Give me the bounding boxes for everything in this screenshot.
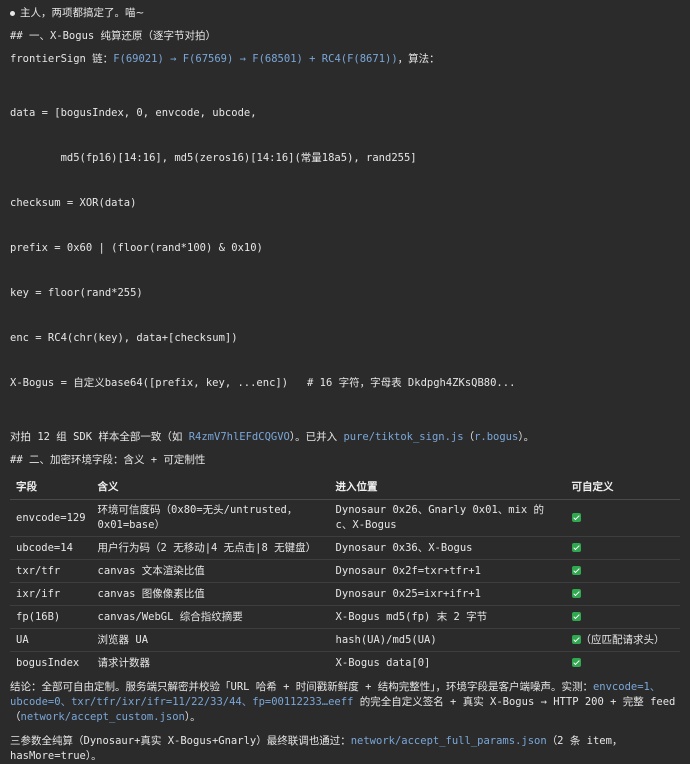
code-line: data = [bogusIndex, 0, envcode, ubcode,	[10, 107, 257, 119]
verify-file-link[interactable]: pure/tiktok_sign.js	[343, 431, 463, 443]
cell-customizable	[565, 582, 680, 606]
table-row: bogusIndex 请求计数器 X-Bogus data[0]	[10, 651, 680, 674]
cell-customizable	[565, 651, 680, 674]
accept-custom-link[interactable]: network/accept_custom.json	[21, 711, 185, 723]
verify-sample: R4zmV7hlEFdCQGVO	[188, 431, 290, 443]
chain-formula: F(69021) → F(67569) → F(68501) + RC4(F(8…	[113, 53, 398, 65]
cell-position: Dynosaur 0x2f=txr+tfr+1	[329, 559, 566, 583]
table-row: ubcode=14 用户行为码（2 无移动|4 无点击|8 无键盘） Dynos…	[10, 536, 680, 560]
code-line: X-Bogus = 自定义base64([prefix, key, ...enc…	[10, 377, 516, 389]
check-icon	[571, 657, 581, 667]
conclusion-paragraph: 结论：全部可自由定制。服务端只解密并校验「URL 哈希 + 时间戳新鲜度 + 结…	[10, 680, 680, 725]
col-header-customizable: 可自定义	[565, 476, 680, 500]
table-row: txr/tfr canvas 文本渲染比值 Dynosaur 0x2f=txr+…	[10, 559, 680, 583]
code-block: data = [bogusIndex, 0, envcode, ubcode, …	[10, 76, 680, 421]
cell-position: hash(UA)/md5(UA)	[329, 628, 566, 652]
conclusion-text: ）。	[184, 711, 201, 723]
table-header-row: 字段 含义 进入位置 可自定义	[10, 476, 680, 500]
cell-meaning: canvas/WebGL 综合指纹摘要	[91, 605, 330, 629]
cell-field: txr/tfr	[10, 559, 92, 583]
cell-note: （应匹配请求头）	[580, 633, 665, 646]
cell-meaning: canvas 图像像素比值	[91, 582, 330, 606]
code-line: md5(fp16)[14:16], md5(zeros16)[14:16](常量…	[10, 152, 417, 164]
chain-suffix: ，算法：	[397, 53, 440, 65]
bullet-icon	[10, 11, 15, 16]
chain-prefix: frontierSign 链：	[10, 53, 114, 65]
verify-text: 对拍 12 组 SDK 样本全部一致（如	[10, 431, 189, 443]
cell-position: Dynosaur 0x26、Gnarly 0x01、mix 的 c、X-Bogu…	[329, 499, 566, 537]
check-icon	[571, 634, 581, 644]
code-line: checksum = XOR(data)	[10, 197, 137, 209]
cell-meaning: 环境可信度码（0x80=无头/untrusted，0x01=base）	[91, 499, 330, 537]
cell-meaning: canvas 文本渲染比值	[91, 559, 330, 583]
cell-field: bogusIndex	[10, 651, 92, 674]
intro-text: 主人，两项都搞定了。喵~	[20, 7, 145, 19]
final-text: 三参数全纯算（Dynosaur+真实 X-Bogus+Gnarly）最终联调也通…	[10, 735, 351, 747]
cell-meaning: 浏览器 UA	[91, 628, 330, 652]
section2-heading: ## 二、加密环境字段：含义 + 可定制性	[10, 454, 206, 466]
cell-field: ubcode=14	[10, 536, 92, 560]
final-line: 三参数全纯算（Dynosaur+真实 X-Bogus+Gnarly）最终联调也通…	[10, 734, 680, 764]
verify-text: （	[463, 431, 475, 443]
check-icon	[571, 565, 581, 575]
intro-line: 主人，两项都搞定了。喵~	[10, 6, 680, 21]
table-row: fp(16B) canvas/WebGL 综合指纹摘要 X-Bogus md5(…	[10, 605, 680, 629]
cell-customizable	[565, 559, 680, 583]
cell-field: ixr/ifr	[10, 582, 92, 606]
section1-heading: ## 一、X-Bogus 纯算还原（逐字节对拍）	[10, 30, 217, 42]
verify-text: ）。	[518, 431, 535, 443]
conclusion-text: 结论：全部可自由定制。服务端只解密并校验「URL 哈希 + 时间戳新鲜度 + 结…	[10, 681, 593, 693]
env-fields-table: 字段 含义 进入位置 可自定义 envcode=129 环境可信度码（0x80=…	[10, 476, 680, 674]
verify-text: ）。已并入	[289, 431, 344, 443]
accept-full-params-link[interactable]: network/accept_full_params.json	[351, 735, 547, 747]
cell-customizable	[565, 605, 680, 629]
check-icon	[571, 611, 581, 621]
chat-message: 主人，两项都搞定了。喵~ ## 一、X-Bogus 纯算还原（逐字节对拍） fr…	[0, 0, 690, 764]
cell-position: X-Bogus data[0]	[329, 651, 566, 674]
verify-fn-link[interactable]: r.bogus	[474, 431, 518, 443]
chain-line: frontierSign 链：F(69021) → F(67569) → F(6…	[10, 52, 680, 67]
col-header-position: 进入位置	[329, 476, 566, 500]
cell-customizable: （应匹配请求头）	[565, 628, 680, 652]
cell-position: Dynosaur 0x25=ixr+ifr+1	[329, 582, 566, 606]
cell-meaning: 请求计数器	[91, 651, 330, 674]
table-row: ixr/ifr canvas 图像像素比值 Dynosaur 0x25=ixr+…	[10, 582, 680, 606]
verify-line: 对拍 12 组 SDK 样本全部一致（如 R4zmV7hlEFdCQGVO）。已…	[10, 430, 680, 445]
cell-field: UA	[10, 628, 92, 652]
cell-position: Dynosaur 0x36、X-Bogus	[329, 536, 566, 560]
cell-field: envcode=129	[10, 499, 92, 537]
check-icon	[571, 542, 581, 552]
cell-customizable	[565, 536, 680, 560]
code-line: enc = RC4(chr(key), data+[checksum])	[10, 332, 238, 344]
col-header-meaning: 含义	[91, 476, 330, 500]
check-icon	[571, 588, 581, 598]
check-icon	[571, 512, 581, 522]
code-line: prefix = 0x60 | (floor(rand*100) & 0x10)	[10, 242, 263, 254]
table-row: envcode=129 环境可信度码（0x80=无头/untrusted，0x0…	[10, 499, 680, 537]
cell-position: X-Bogus md5(fp) 末 2 字节	[329, 605, 566, 629]
cell-field: fp(16B)	[10, 605, 92, 629]
code-line: key = floor(rand*255)	[10, 287, 143, 299]
cell-meaning: 用户行为码（2 无移动|4 无点击|8 无键盘）	[91, 536, 330, 560]
table-row: UA 浏览器 UA hash(UA)/md5(UA) （应匹配请求头）	[10, 628, 680, 652]
col-header-field: 字段	[10, 476, 92, 500]
cell-customizable	[565, 499, 680, 537]
